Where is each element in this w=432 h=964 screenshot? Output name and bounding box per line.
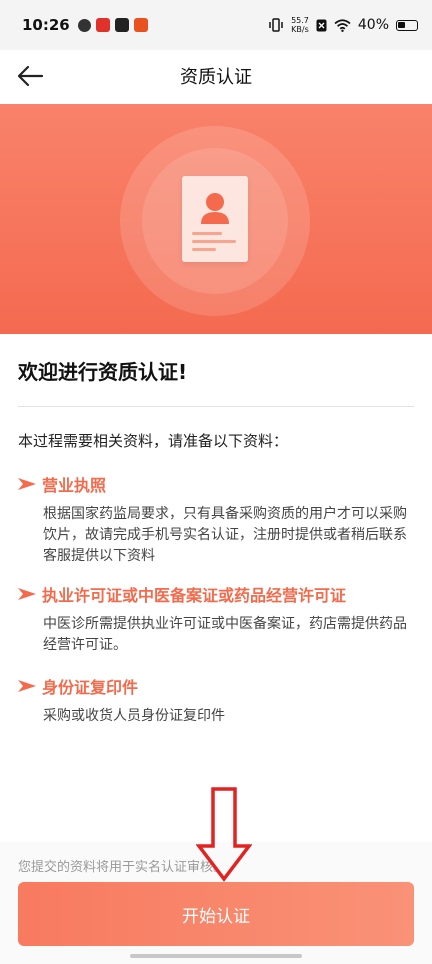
- status-bar: 10:26 55.7 KB/s 40%: [0, 0, 432, 50]
- section-description: 中医诊所需提供执业许可证或中医备案证，药店需提供药品经营许可证。: [43, 616, 407, 653]
- arrow-right-icon: [18, 588, 36, 600]
- section-header: 营业执照: [18, 472, 418, 496]
- intro-text: 本过程需要相关资料，请准备以下资料：: [18, 432, 289, 450]
- mail-icon: [114, 18, 129, 32]
- arrow-right-icon: [18, 680, 36, 692]
- vibrate-icon: [269, 18, 283, 32]
- section-description: 采购或收货人员身份证复印件: [43, 708, 225, 724]
- divider: [18, 406, 414, 407]
- section-header: 执业许可证或中医备案证或药品经营许可证: [18, 582, 418, 606]
- requirement-section: 身份证复印件 采购或收货人员身份证复印件: [18, 674, 418, 727]
- battery-icon: [396, 19, 418, 31]
- annotation-arrow-icon: [196, 787, 252, 882]
- requirement-section: 执业许可证或中医备案证或药品经营许可证 中医诊所需提供执业许可证或中医备案证，药…: [18, 582, 418, 656]
- app-notification-icon: [77, 18, 91, 32]
- arrow-right-icon: [18, 478, 36, 490]
- app-notification-icon: [95, 18, 110, 32]
- network-speed: 55.7 KB/s: [291, 16, 309, 34]
- section-title: 执业许可证或中医备案证或药品经营许可证: [42, 586, 347, 605]
- welcome-heading: 欢迎进行资质认证!: [18, 360, 188, 384]
- id-card-icon: [182, 176, 248, 262]
- battery-percent: 40%: [357, 17, 389, 33]
- requirement-section: 营业执照 根据国家药监局要求，只有具备采购资质的用户才可以采购饮片，故请完成手机…: [18, 472, 418, 567]
- privacy-notice: 您提交的资料将用于实名认证审核。: [18, 860, 227, 875]
- id-card-illustration: [182, 176, 248, 262]
- wifi-icon: [334, 18, 351, 32]
- home-indicator[interactable]: [130, 954, 302, 958]
- start-verification-button[interactable]: 开始认证: [18, 882, 414, 946]
- section-description: 根据国家药监局要求，只有具备采购资质的用户才可以采购饮片，故请完成手机号实名认证…: [43, 506, 407, 564]
- app-notification-icon: [133, 18, 148, 32]
- section-title: 营业执照: [42, 476, 107, 495]
- section-title: 身份证复印件: [42, 678, 139, 697]
- page-title: 资质认证: [180, 67, 252, 88]
- arrow-left-icon[interactable]: [14, 60, 46, 92]
- sim-icon: [316, 19, 327, 31]
- page-header: 资质认证: [0, 50, 432, 102]
- status-time: 10:26: [22, 16, 70, 34]
- section-header: 身份证复印件: [18, 674, 418, 698]
- hero-banner: [0, 104, 432, 334]
- start-button-label: 开始认证: [182, 906, 250, 926]
- status-right-group: 55.7 KB/s 40%: [268, 16, 418, 34]
